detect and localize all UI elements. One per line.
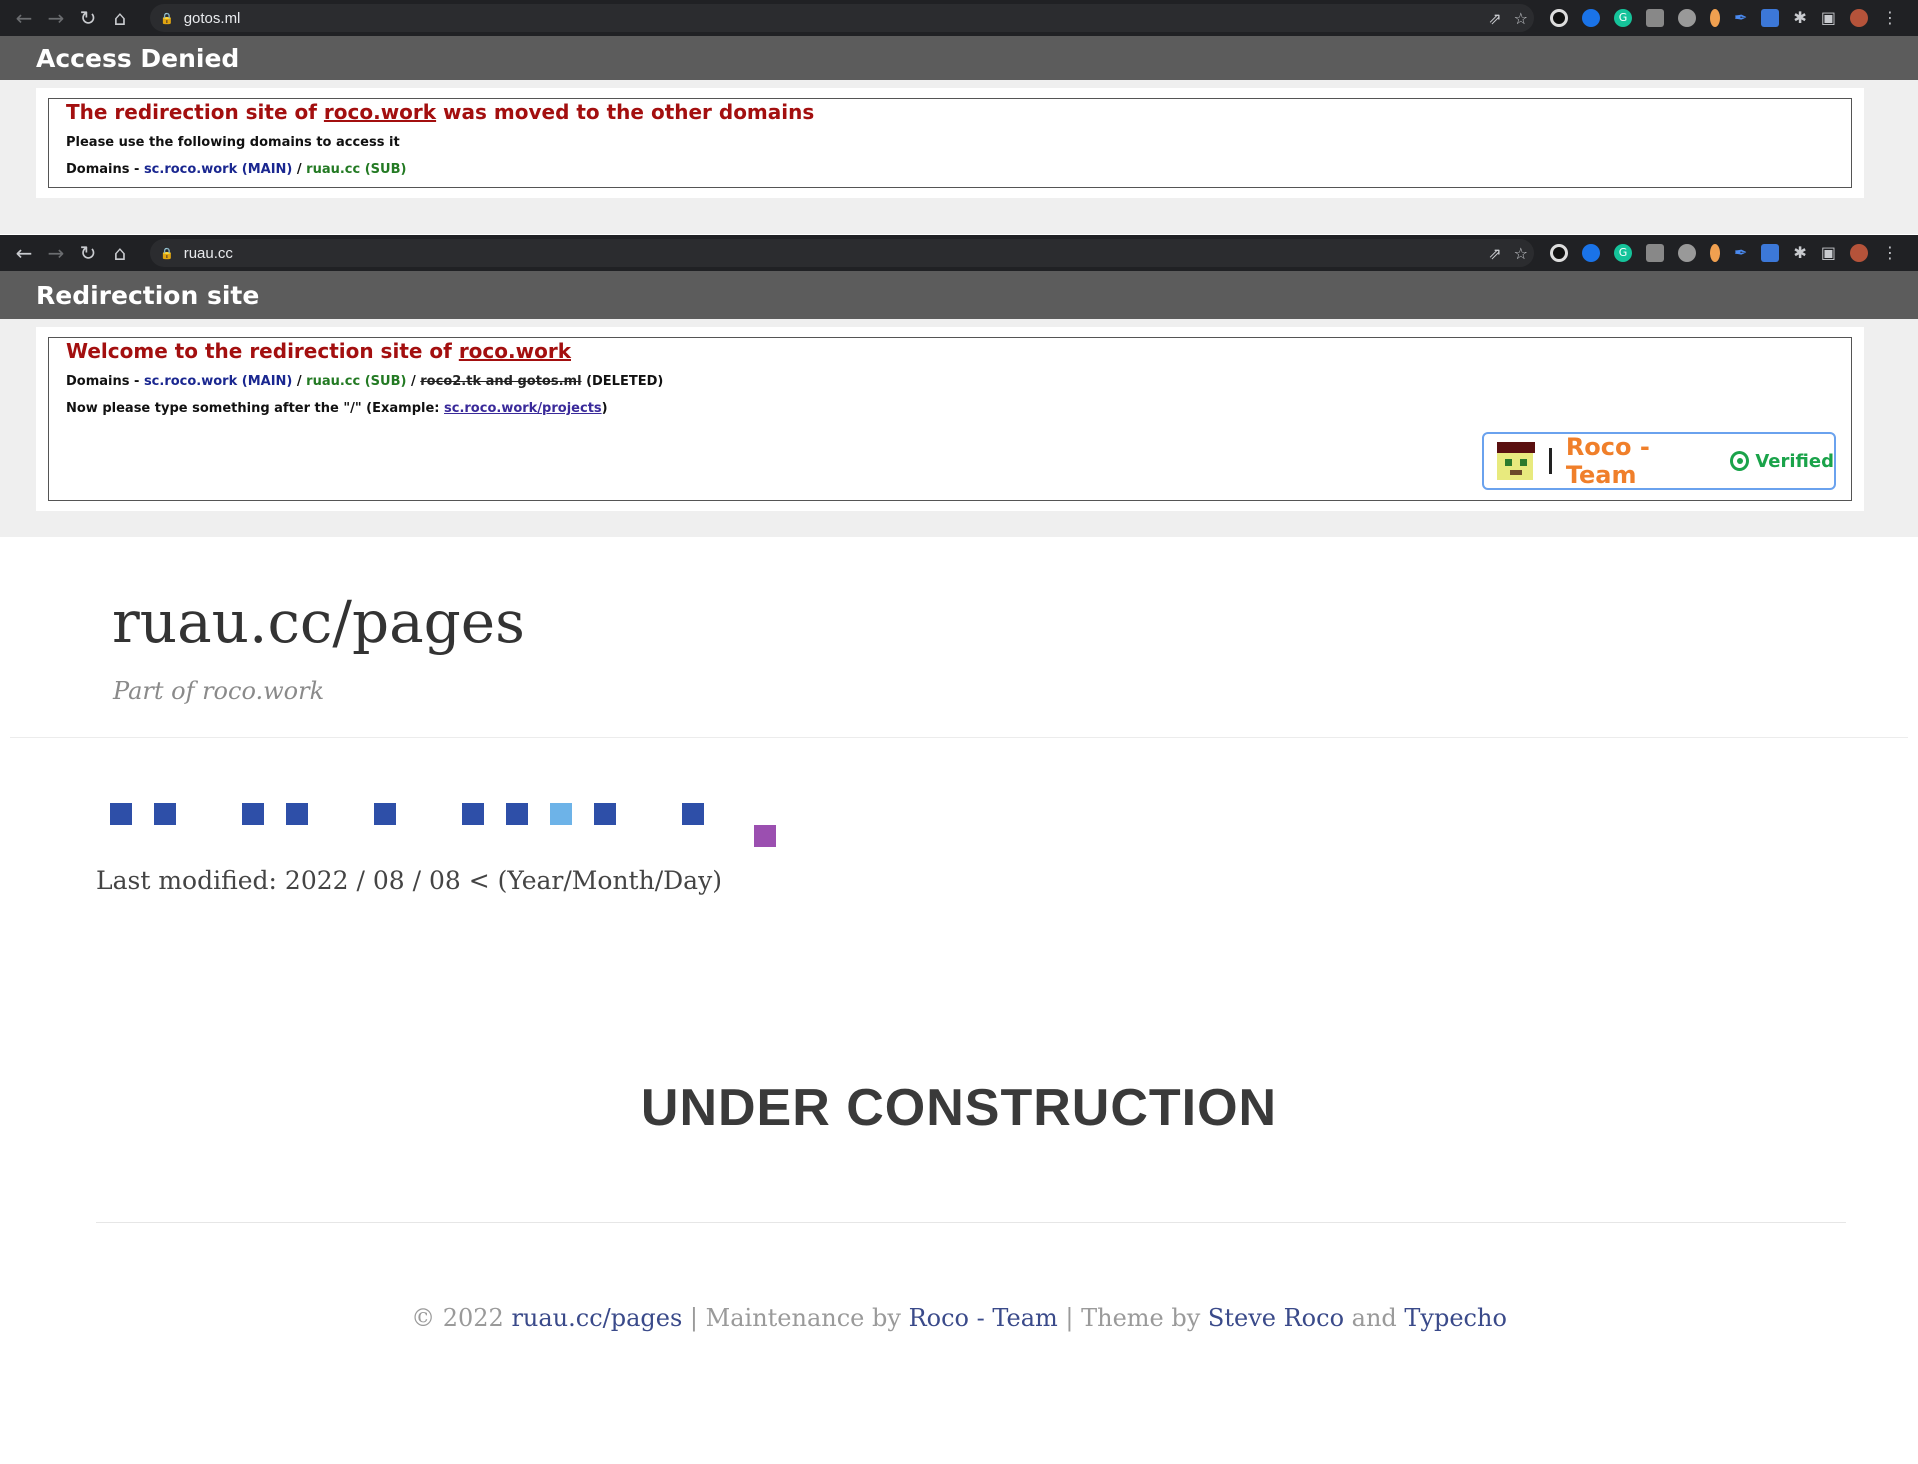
lock-icon[interactable]: 🔒 bbox=[160, 12, 174, 25]
url-text[interactable]: gotos.ml bbox=[184, 10, 241, 27]
home-icon[interactable]: ⌂ bbox=[104, 237, 136, 269]
access-denied-page: Access Denied The redirection site of ro… bbox=[0, 36, 1918, 234]
side-panel-icon[interactable]: ▣ bbox=[1821, 9, 1836, 27]
reload-icon[interactable]: ↻ bbox=[72, 237, 104, 269]
kebab-menu-icon[interactable]: ⋮ bbox=[1882, 9, 1898, 27]
extension-blue-icon[interactable] bbox=[1582, 244, 1600, 262]
badge-divider bbox=[1548, 448, 1552, 474]
main-domain-link[interactable]: sc.roco.work (MAIN) bbox=[144, 162, 292, 177]
home-icon[interactable]: ⌂ bbox=[104, 2, 136, 34]
forward-arrow-icon[interactable]: → bbox=[40, 237, 72, 269]
decorative-square bbox=[374, 803, 396, 825]
team-avatar bbox=[1497, 442, 1535, 480]
site-header: Access Denied bbox=[0, 36, 1918, 80]
team-name: Roco - Team bbox=[1565, 433, 1650, 489]
verified-icon bbox=[1730, 451, 1750, 471]
main-domain-link[interactable]: sc.roco.work (MAIN) bbox=[144, 374, 292, 389]
sub-domain-link[interactable]: ruau.cc (SUB) bbox=[306, 374, 406, 389]
site-footer: © 2022 ruau.cc/pages | Maintenance by Ro… bbox=[411, 1304, 1507, 1332]
last-modified: Last modified: 2022 / 08 / 08 < (Year/Mo… bbox=[96, 866, 722, 895]
roco-work-link[interactable]: roco.work bbox=[459, 339, 571, 363]
decorative-square bbox=[286, 803, 308, 825]
star-icon[interactable]: ☆ bbox=[1514, 9, 1528, 28]
nav-buttons: ← → ↻ ⌂ bbox=[8, 2, 136, 34]
domains-line: Domains - sc.roco.work (MAIN) / ruau.cc … bbox=[66, 374, 664, 389]
welcome-box: Welcome to the redirection site of roco.… bbox=[48, 337, 1852, 501]
extension-gauge-icon[interactable] bbox=[1678, 9, 1696, 27]
side-panel-icon[interactable]: ▣ bbox=[1821, 244, 1836, 262]
extension-blue-icon[interactable] bbox=[1582, 9, 1600, 27]
extension-box-icon[interactable] bbox=[1646, 244, 1664, 262]
address-bar[interactable]: 🔒 ruau.cc ⇗ ☆ bbox=[150, 239, 1534, 267]
extension-box-icon[interactable] bbox=[1646, 9, 1664, 27]
share-icon[interactable]: ⇗ bbox=[1488, 9, 1501, 28]
welcome-heading: Welcome to the redirection site of roco.… bbox=[66, 339, 571, 363]
profile-avatar-icon[interactable] bbox=[1849, 244, 1868, 262]
roco-work-link[interactable]: roco.work bbox=[324, 100, 436, 124]
puzzle-icon[interactable]: ✱ bbox=[1793, 244, 1806, 262]
decorative-square bbox=[594, 803, 616, 825]
extension-grammarly-icon[interactable]: G bbox=[1614, 9, 1632, 27]
extension-grammarly-icon[interactable]: G bbox=[1614, 244, 1632, 262]
extension-pen-icon[interactable]: ✒ bbox=[1734, 244, 1747, 262]
extension-pen-icon[interactable]: ✒ bbox=[1734, 9, 1747, 27]
blog-subtitle: Part of roco.work bbox=[113, 677, 325, 705]
footer-author-link[interactable]: Steve Roco bbox=[1208, 1304, 1344, 1332]
content-card: Welcome to the redirection site of roco.… bbox=[36, 327, 1864, 511]
forward-arrow-icon[interactable]: → bbox=[40, 2, 72, 34]
decorative-square bbox=[242, 803, 264, 825]
instruction-line: Now please type something after the "/" … bbox=[66, 401, 608, 416]
decorative-square bbox=[110, 803, 132, 825]
browser-toolbar: ← → ↻ ⌂ 🔒 ruau.cc ⇗ ☆ G ✒ ✱ ▣ ⋮ bbox=[0, 235, 1918, 271]
sub-domain-link[interactable]: ruau.cc (SUB) bbox=[306, 162, 406, 177]
browser-toolbar: ← → ↻ ⌂ 🔒 gotos.ml ⇗ ☆ G ✒ ✱ ▣ ⋮ bbox=[0, 0, 1918, 36]
lock-icon[interactable]: 🔒 bbox=[160, 247, 174, 260]
decorative-square bbox=[154, 803, 176, 825]
reload-icon[interactable]: ↻ bbox=[72, 2, 104, 34]
footer-site-link[interactable]: ruau.cc/pages bbox=[511, 1304, 682, 1332]
extension-capsule-icon[interactable] bbox=[1710, 9, 1720, 27]
decorative-square bbox=[754, 825, 776, 847]
decorative-square bbox=[462, 803, 484, 825]
extension-translate-icon[interactable] bbox=[1761, 9, 1780, 27]
kebab-menu-icon[interactable]: ⋮ bbox=[1882, 244, 1898, 262]
example-link[interactable]: sc.roco.work/projects bbox=[444, 401, 602, 416]
url-text[interactable]: ruau.cc bbox=[184, 245, 233, 262]
footer-team-link[interactable]: Roco - Team bbox=[909, 1304, 1058, 1332]
redirection-page: Redirection site Welcome to the redirect… bbox=[0, 271, 1918, 537]
profile-avatar-icon[interactable] bbox=[1849, 9, 1868, 27]
footer-engine-link[interactable]: Typecho bbox=[1404, 1304, 1506, 1332]
extensions-area: G ✒ ✱ ▣ ⋮ bbox=[1550, 9, 1898, 27]
nav-buttons: ← → ↻ ⌂ bbox=[8, 237, 136, 269]
star-icon[interactable]: ☆ bbox=[1514, 244, 1528, 263]
domains-line: Domains - sc.roco.work (MAIN) / ruau.cc … bbox=[66, 162, 407, 177]
notice-instruction: Please use the following domains to acce… bbox=[66, 135, 400, 150]
decorative-square bbox=[550, 803, 572, 825]
verified-label: Verified bbox=[1755, 450, 1834, 472]
notice-box: The redirection site of roco.work was mo… bbox=[48, 98, 1852, 188]
footer-divider bbox=[96, 1222, 1846, 1223]
puzzle-icon[interactable]: ✱ bbox=[1793, 9, 1806, 27]
address-bar[interactable]: 🔒 gotos.ml ⇗ ☆ bbox=[150, 4, 1534, 32]
roco-team-badge[interactable]: Roco - Team Verified bbox=[1482, 432, 1836, 490]
decorative-square bbox=[506, 803, 528, 825]
blog-title[interactable]: ruau.cc/pages bbox=[112, 588, 525, 656]
notice-heading: The redirection site of roco.work was mo… bbox=[66, 100, 815, 124]
site-header: Redirection site bbox=[0, 271, 1918, 319]
share-icon[interactable]: ⇗ bbox=[1488, 244, 1501, 263]
extension-dark-icon[interactable] bbox=[1550, 244, 1568, 262]
decorative-squares bbox=[110, 803, 810, 851]
extension-translate-icon[interactable] bbox=[1761, 244, 1780, 262]
header-divider bbox=[10, 737, 1908, 738]
decorative-square bbox=[682, 803, 704, 825]
extensions-area: G ✒ ✱ ▣ ⋮ bbox=[1550, 244, 1898, 262]
extension-gauge-icon[interactable] bbox=[1678, 244, 1696, 262]
extension-capsule-icon[interactable] bbox=[1710, 244, 1720, 262]
extension-dark-icon[interactable] bbox=[1550, 9, 1568, 27]
back-arrow-icon[interactable]: ← bbox=[8, 2, 40, 34]
content-card: The redirection site of roco.work was mo… bbox=[36, 88, 1864, 198]
back-arrow-icon[interactable]: ← bbox=[8, 237, 40, 269]
deleted-domains: roco2.tk and gotos.ml bbox=[420, 374, 582, 389]
under-construction-heading: UNDER CONSTRUCTION bbox=[640, 1079, 1278, 1137]
